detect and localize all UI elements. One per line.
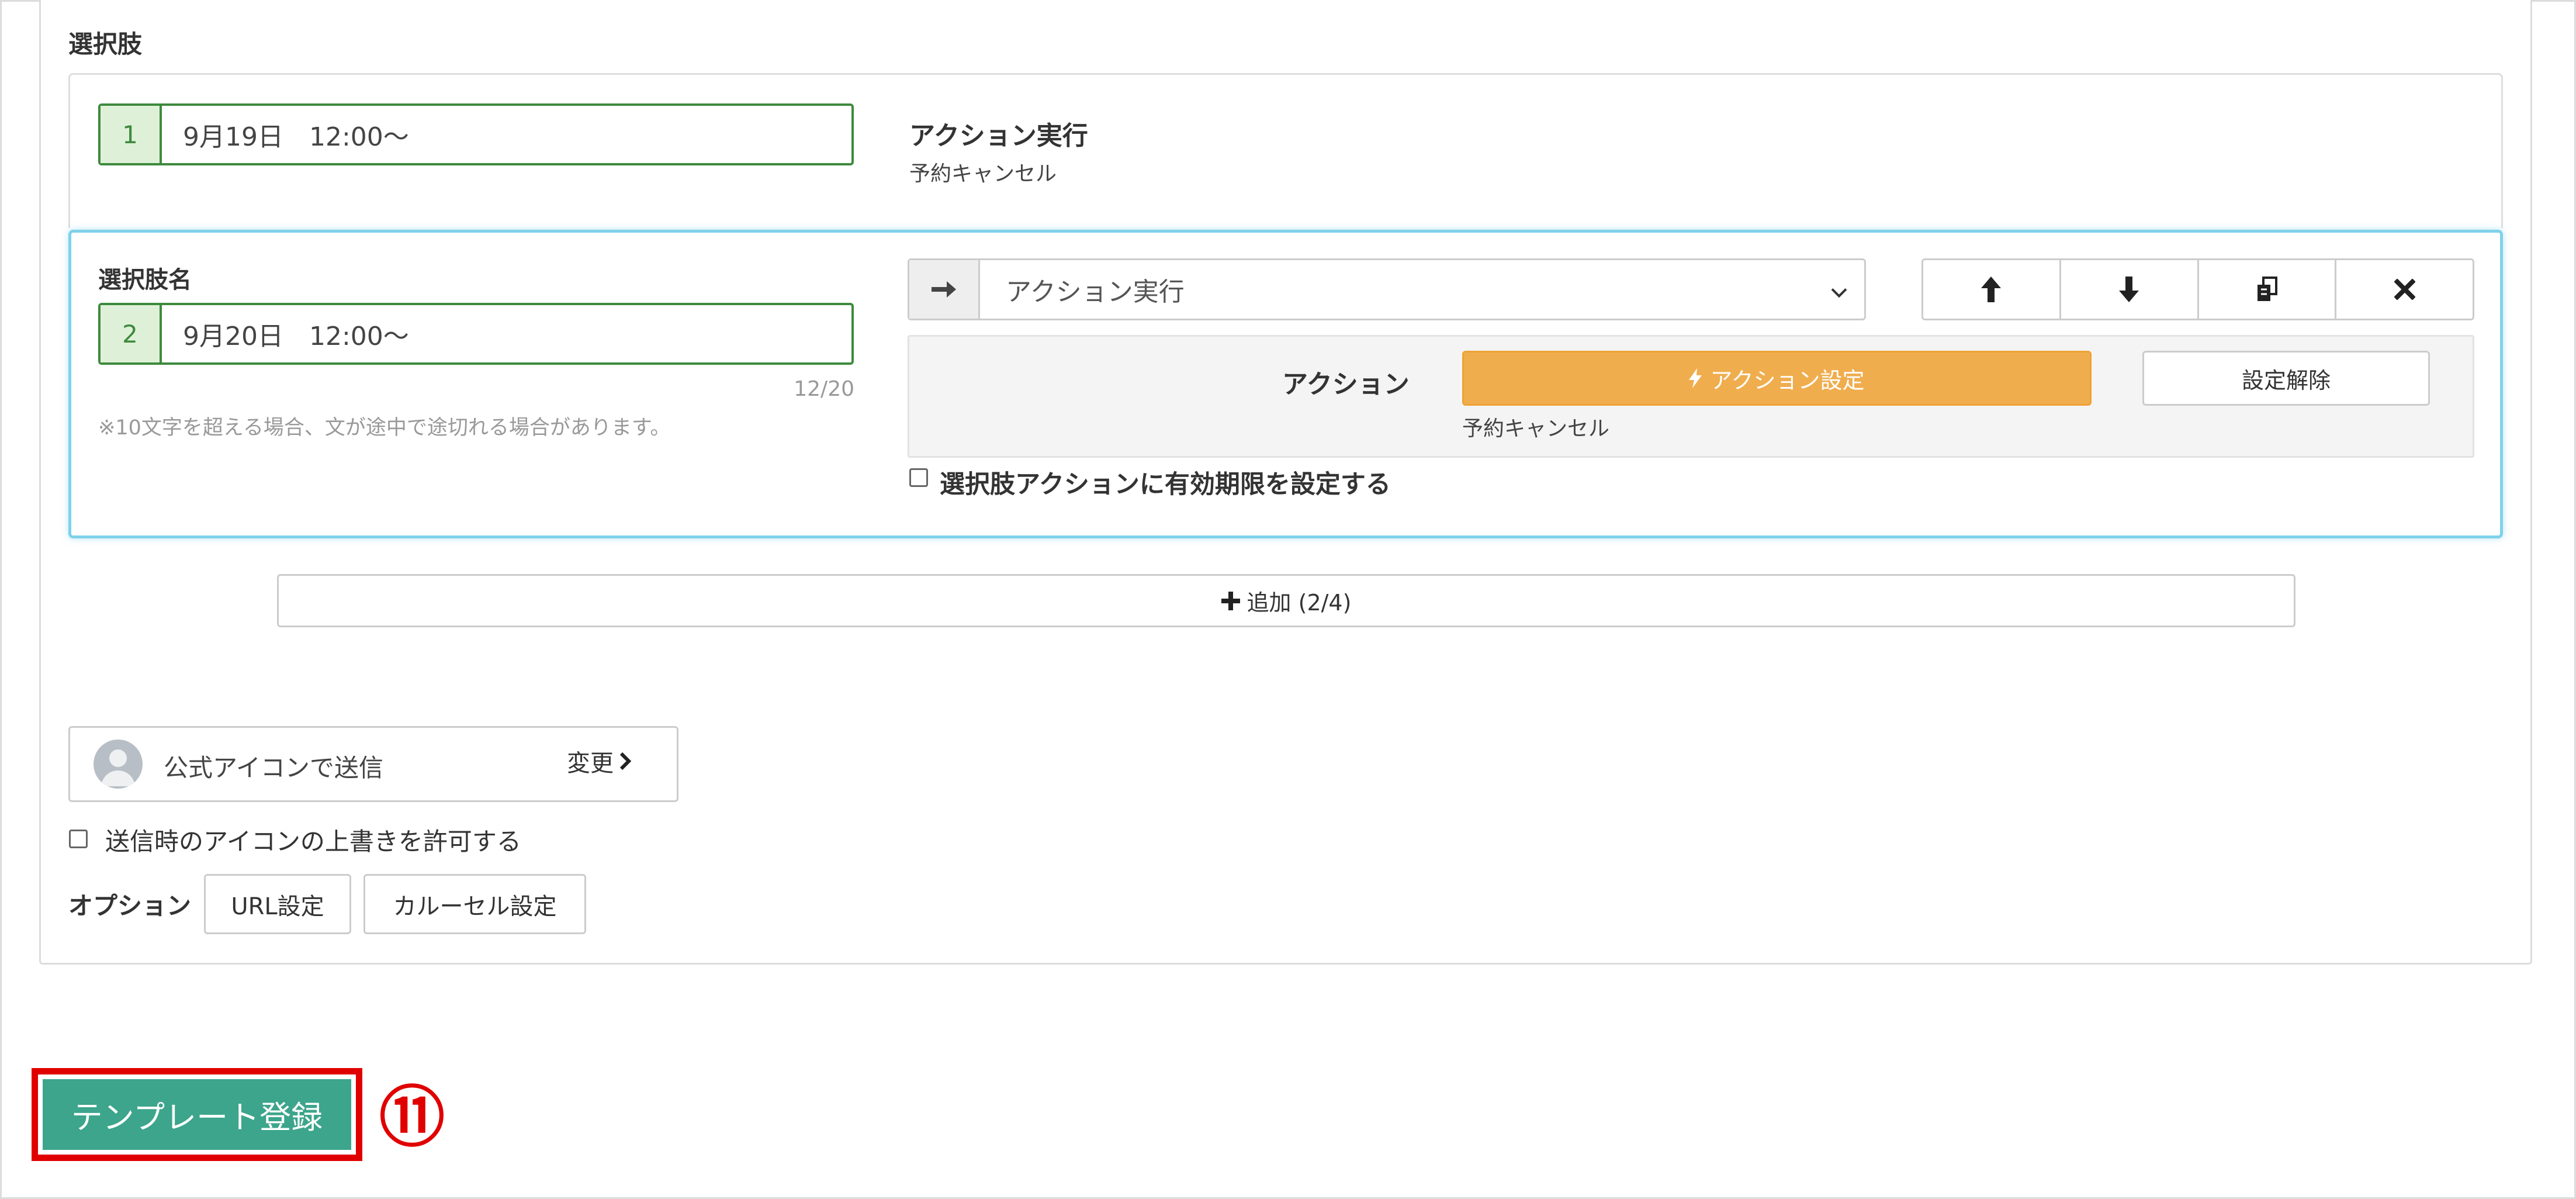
arrow-down-icon [2119, 277, 2139, 302]
sender-change-label: 変更 [567, 750, 614, 777]
template-register-button[interactable]: テンプレート登録 [43, 1079, 351, 1150]
delete-button[interactable] [2336, 260, 2473, 319]
bolt-icon [1689, 368, 1702, 388]
choice-2-input-group: 2 9月20日 12:00～ [98, 303, 854, 365]
action-settings-button[interactable]: アクション設定 [1462, 351, 2092, 406]
choice-1-number: 1 [101, 106, 162, 163]
action-type-select-value: アクション実行 [1006, 277, 1185, 307]
arrow-right-icon [909, 260, 980, 319]
choice-1-action-detail: 予約キャンセル [909, 162, 1057, 186]
plus-icon [1221, 591, 1240, 610]
choice-1-name-input[interactable]: 9月19日 12:00～ [162, 106, 851, 163]
choice-1-input-group: 1 9月19日 12:00～ [98, 103, 854, 165]
add-choice-button-label: 追加 (2/4) [1247, 590, 1352, 616]
move-down-button[interactable] [2061, 260, 2199, 319]
arrow-up-icon [1981, 277, 2002, 302]
icon-override-checkbox[interactable] [69, 830, 88, 848]
icon-override-checkbox-label[interactable]: 送信時のアイコンの上書きを許可する [105, 822, 521, 858]
expiry-checkbox-label[interactable]: 選択肢アクションに有効期限を設定する [940, 464, 1391, 500]
options-label: オプション [68, 892, 192, 920]
url-settings-button[interactable]: URL設定 [204, 874, 351, 934]
move-up-button[interactable] [1923, 260, 2061, 319]
choice-2-action-type-select[interactable]: アクション実行 [908, 258, 1866, 320]
choice-2-action-detail: 予約キャンセル [1462, 417, 1610, 441]
copy-button[interactable] [2199, 260, 2337, 319]
step-marker: ⑪ [379, 1080, 445, 1156]
avatar-icon [94, 740, 143, 789]
carousel-settings-button[interactable]: カルーセル設定 [363, 874, 586, 934]
choice-2-number: 2 [101, 305, 162, 362]
choices-section-label: 選択肢 [68, 30, 143, 58]
sender-change-button[interactable]: 変更 [567, 745, 632, 778]
sender-icon-label: 公式アイコンで送信 [164, 754, 383, 782]
chevron-right-icon [619, 752, 632, 770]
choice-2-name-input[interactable]: 9月20日 12:00～ [162, 305, 851, 362]
choice-1-action-title: アクション実行 [909, 121, 1088, 151]
choice-2-name-label: 選択肢名 [98, 267, 192, 293]
action-label: アクション [1282, 369, 1410, 399]
choice-2-row-controls [1921, 258, 2474, 320]
choice-2-length-note: ※10文字を超える場合、文が途中で途切れる場合があります。 [98, 416, 671, 440]
expiry-checkbox[interactable] [909, 468, 928, 487]
action-settings-button-label: アクション設定 [1710, 367, 1865, 393]
action-clear-button[interactable]: 設定解除 [2142, 351, 2430, 406]
copy-icon [2257, 277, 2277, 301]
choice-2-char-counter: 12/20 [794, 377, 854, 401]
close-icon [2394, 279, 2415, 300]
add-choice-button[interactable]: 追加 (2/4) [277, 574, 2295, 627]
chevron-down-icon [1830, 275, 1848, 305]
